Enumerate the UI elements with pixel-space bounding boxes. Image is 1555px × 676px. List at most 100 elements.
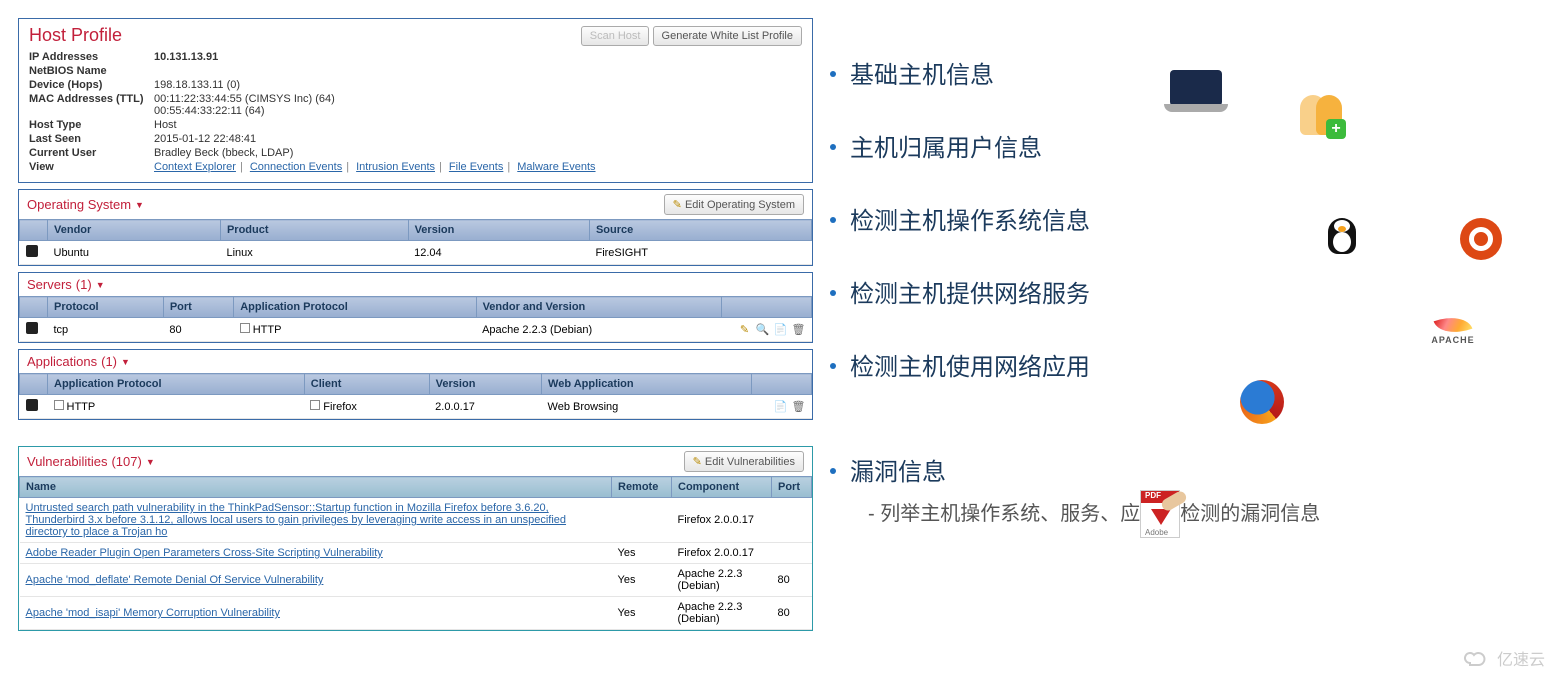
apps-col-version: Version — [429, 374, 541, 395]
annotation-text: 漏洞信息 — [850, 452, 1530, 487]
table-row: tcp 80 HTTP Apache 2.2.3 (Debian) ✎ 🔍 📄 … — [20, 318, 812, 342]
os-product: Linux — [220, 241, 408, 265]
generate-whitelist-button[interactable]: Generate White List Profile — [653, 26, 802, 46]
mac-value: 00:11:22:33:44:55 (CIMSYS Inc) (64)00:55… — [154, 93, 802, 117]
connection-events-link[interactable]: Connection Events — [250, 161, 342, 173]
user-add-icon: + — [1300, 95, 1342, 135]
malware-events-link[interactable]: Malware Events — [517, 161, 595, 173]
vuln-col-port: Port — [772, 477, 812, 498]
file-events-link[interactable]: File Events — [449, 161, 503, 173]
context-explorer-link[interactable]: Context Explorer — [154, 161, 236, 173]
delete-icon[interactable]: 🗑 — [792, 323, 806, 337]
info-icon — [26, 322, 38, 334]
os-col-version: Version — [408, 220, 589, 241]
vuln-component: Apache 2.2.3 (Debian) — [672, 597, 772, 630]
intrusion-events-link[interactable]: Intrusion Events — [356, 161, 435, 173]
os-vendor: Ubuntu — [48, 241, 221, 265]
laptop-icon — [1170, 70, 1222, 106]
os-col-product: Product — [220, 220, 408, 241]
server-vv: Apache 2.2.3 (Debian) — [476, 318, 721, 342]
mac-label: MAC Addresses (TTL) — [29, 93, 154, 117]
app-client: Firefox — [304, 395, 429, 419]
vuln-component: Firefox 2.0.0.17 — [672, 498, 772, 543]
apps-col-appproto: Application Protocol — [48, 374, 305, 395]
edit-icon[interactable]: ✎ — [738, 323, 752, 337]
vuln-component: Apache 2.2.3 (Debian) — [672, 564, 772, 597]
lastseen-label: Last Seen — [29, 133, 154, 145]
bullet-icon — [830, 363, 836, 369]
vuln-name-link[interactable]: Untrusted search path vulnerability in t… — [26, 502, 567, 538]
annotation-item: 检测主机操作系统信息 — [830, 201, 1530, 236]
table-row: HTTP Firefox 2.0.0.17 Web Browsing 📄 🗑 — [20, 395, 812, 419]
tux-icon — [1320, 210, 1364, 262]
applications-table: Application Protocol Client Version Web … — [19, 373, 812, 419]
ip-value: 10.131.13.91 — [154, 51, 802, 63]
server-appproto: HTTP — [234, 318, 476, 342]
view-icon[interactable]: 🔍 — [756, 323, 770, 337]
checkbox-icon — [310, 400, 320, 410]
chevron-down-icon: ▼ — [135, 200, 144, 210]
vuln-port — [772, 498, 812, 543]
servers-panel: Servers (1)▼ Protocol Port Application P… — [18, 272, 813, 343]
servers-col-appproto: Application Protocol — [234, 297, 476, 318]
vuln-name-link[interactable]: Apache 'mod_deflate' Remote Denial Of Se… — [26, 574, 324, 586]
bullet-icon — [830, 71, 836, 77]
annotation-subtext: - 列举主机操作系统、服务、应用被检测的漏洞信息 — [868, 497, 1530, 526]
os-panel: Operating System▼ ✎ Edit Operating Syste… — [18, 189, 813, 266]
view-links: Context Explorer| Connection Events| Int… — [154, 161, 802, 173]
device-value: 198.18.133.11 (0) — [154, 79, 802, 91]
applications-panel: Applications (1)▼ Application Protocol C… — [18, 349, 813, 420]
servers-title[interactable]: Servers (1)▼ — [27, 277, 105, 292]
servers-table: Protocol Port Application Protocol Vendo… — [19, 296, 812, 342]
mac1: 00:11:22:33:44:55 (CIMSYS Inc) (64) — [154, 93, 335, 105]
ubuntu-icon — [1460, 218, 1502, 260]
app-proto: HTTP — [48, 395, 305, 419]
apps-col-webapp: Web Application — [542, 374, 752, 395]
mac2: 00:55:44:33:22:11 (64) — [154, 105, 265, 117]
host-profile-panel: Host Profile Scan Host Generate White Li… — [18, 18, 813, 183]
annotation-text: 检测主机使用网络应用 — [850, 347, 1530, 382]
delete-icon[interactable]: 🗑 — [792, 400, 806, 414]
ip-label: IP Addresses — [29, 51, 154, 63]
vulnerabilities-table: Name Remote Component Port Untrusted sea… — [19, 476, 812, 630]
edit-os-button[interactable]: ✎ Edit Operating System — [664, 194, 804, 215]
table-row: Apache 'mod_deflate' Remote Denial Of Se… — [20, 564, 812, 597]
chevron-down-icon: ▼ — [146, 457, 155, 467]
netbios-value — [154, 65, 802, 77]
edit-vulnerabilities-button[interactable]: ✎ Edit Vulnerabilities — [684, 451, 804, 472]
vuln-name-link[interactable]: Apache 'mod_isapi' Memory Corruption Vul… — [26, 607, 280, 619]
table-row: Untrusted search path vulnerability in t… — [20, 498, 812, 543]
applications-title[interactable]: Applications (1)▼ — [27, 354, 130, 369]
apache-icon: APACHE — [1430, 315, 1476, 355]
firefox-icon — [1240, 380, 1284, 424]
table-row: Apache 'mod_isapi' Memory Corruption Vul… — [20, 597, 812, 630]
hosttype-value: Host — [154, 119, 802, 131]
vulnerabilities-title[interactable]: Vulnerabilities (107)▼ — [27, 454, 155, 469]
pdf-exploit-icon: Adobe — [1140, 490, 1180, 538]
annotation-item: 漏洞信息 — [830, 452, 1530, 487]
vuln-col-remote: Remote — [612, 477, 672, 498]
lastseen-value: 2015-01-12 22:48:41 — [154, 133, 802, 145]
app-webapp: Web Browsing — [542, 395, 752, 419]
host-profile-title: Host Profile — [29, 25, 122, 46]
vuln-name-link[interactable]: Adobe Reader Plugin Open Parameters Cros… — [26, 547, 383, 559]
servers-col-port: Port — [163, 297, 233, 318]
page-icon[interactable]: 📄 — [774, 323, 788, 337]
bullet-icon — [830, 217, 836, 223]
os-title[interactable]: Operating System▼ — [27, 197, 144, 212]
servers-col-proto: Protocol — [48, 297, 164, 318]
currentuser-value: Bradley Beck (bbeck, LDAP) — [154, 147, 802, 159]
annotation-panel: 基础主机信息 主机归属用户信息 检测主机操作系统信息 检测主机提供网络服务 检测… — [830, 55, 1530, 526]
currentuser-label: Current User — [29, 147, 154, 159]
vuln-remote: Yes — [612, 597, 672, 630]
watermark: 亿速云 — [1463, 646, 1545, 670]
os-table: Vendor Product Version Source Ubuntu Lin… — [19, 219, 812, 265]
bullet-icon — [830, 290, 836, 296]
vuln-remote — [612, 498, 672, 543]
page-icon[interactable]: 📄 — [774, 400, 788, 414]
view-label: View — [29, 161, 154, 173]
hosttype-label: Host Type — [29, 119, 154, 131]
servers-col-vv: Vendor and Version — [476, 297, 721, 318]
scan-host-button[interactable]: Scan Host — [581, 26, 650, 46]
os-source: FireSIGHT — [589, 241, 811, 265]
